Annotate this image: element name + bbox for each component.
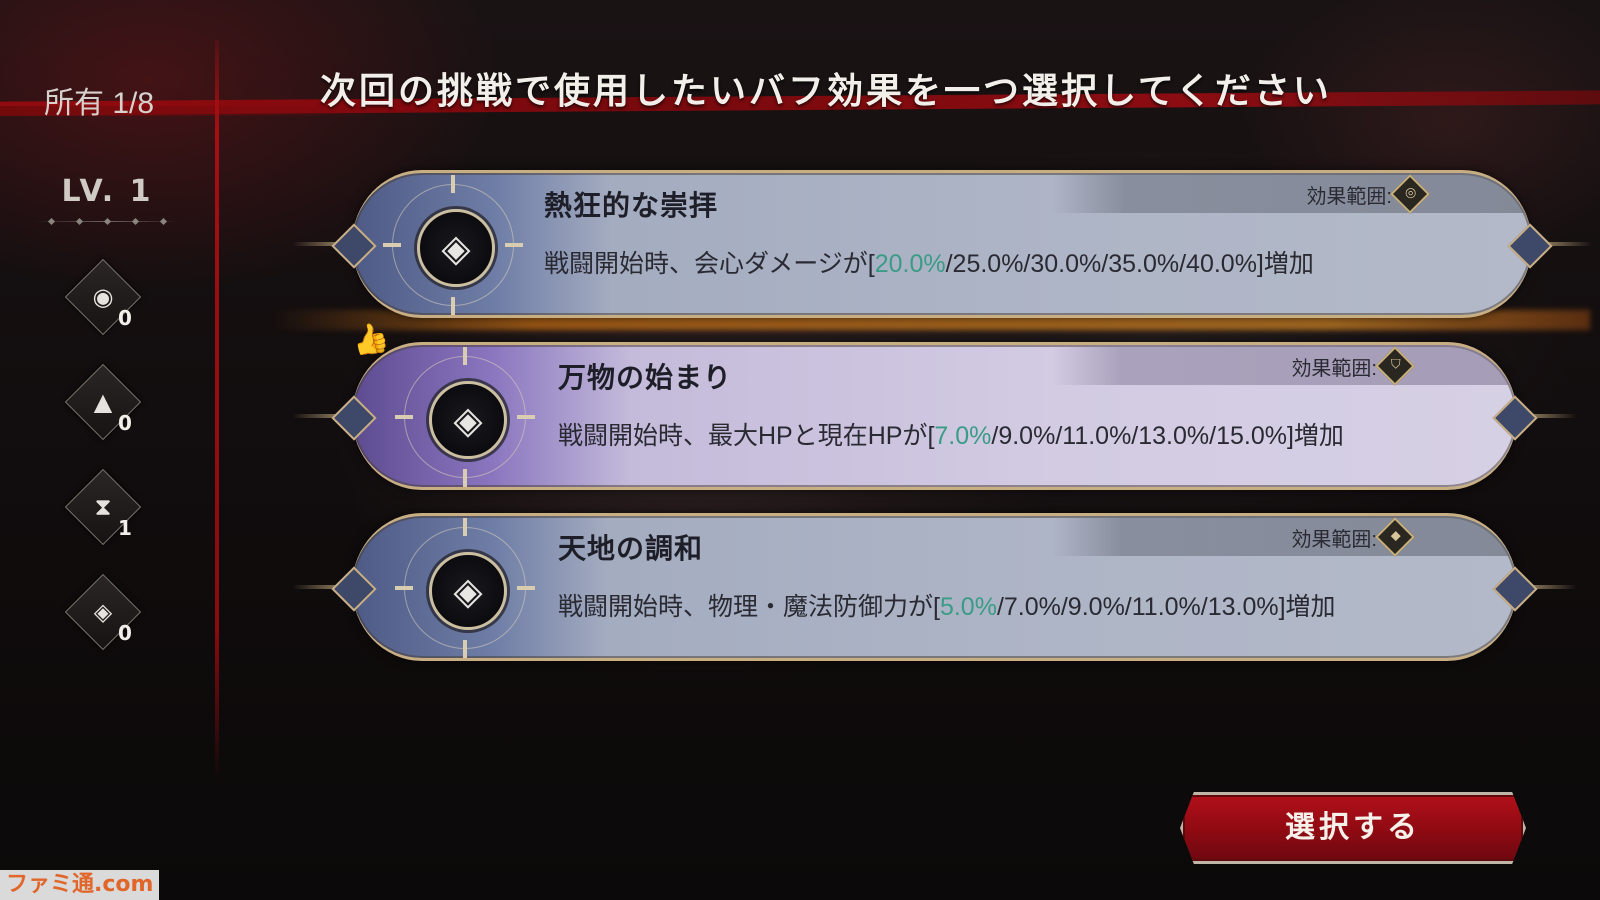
buff-card-harmony-of-heaven-earth[interactable]: ◈ 天地の調和 効果範囲: ◆ 戦闘開始時、物理・魔法防御力が[5.0%/7.0… — [292, 513, 1577, 661]
card-ornament — [1507, 567, 1577, 607]
card-ornament — [1507, 396, 1577, 436]
resource-count: 0 — [118, 411, 132, 435]
resource-count: 0 — [118, 306, 132, 330]
crystal-icon: ◈ — [441, 226, 471, 270]
current-value: 5.0% — [939, 593, 997, 621]
hourglass-icon: ⧗ — [94, 493, 112, 521]
select-button[interactable]: 選択する — [1180, 792, 1526, 864]
crystal-icon: ◈ — [453, 569, 483, 613]
card-ornament — [1522, 224, 1592, 264]
buff-card-beginning-of-all[interactable]: ◈ 万物の始まり 効果範囲: ⛉ 戦闘開始時、最大HPと現在HPが[7.0%/9… — [292, 342, 1577, 490]
owned-count: 所有 1/8 — [44, 87, 155, 120]
buff-name: 熱狂的な崇拝 — [544, 189, 719, 222]
page-title: 次回の挑戦で使用したいバフ効果を一つ選択してください — [320, 71, 1332, 112]
buff-description: 戦闘開始時、最大HPと現在HPが[7.0%/9.0%/11.0%/13.0%/1… — [558, 422, 1344, 450]
effect-range-label: 効果範囲: — [1291, 358, 1377, 380]
buff-emblem-icon: ◈ — [395, 347, 535, 487]
watermark-logo: ファミ通.com — [0, 870, 160, 900]
current-value: 20.0% — [874, 250, 946, 278]
level-label: LV. 1 — [61, 174, 154, 209]
resource-count: 1 — [118, 516, 132, 540]
orb-icon: ◉ — [92, 283, 114, 311]
select-button-label: 選択する — [1285, 810, 1421, 845]
level-divider — [35, 217, 180, 226]
buff-name: 天地の調和 — [558, 532, 704, 565]
card-ornament — [292, 567, 362, 607]
pyramid-icon: ▲ — [93, 388, 113, 416]
buff-description: 戦闘開始時、物理・魔法防御力が[5.0%/7.0%/9.0%/11.0%/13.… — [558, 593, 1336, 621]
buff-name: 万物の始まり — [558, 361, 733, 394]
resource-pyramid[interactable]: ▲ 0 — [64, 363, 144, 443]
buff-card-fervent-worship[interactable]: ◈ 熱狂的な崇拝 効果範囲: ◎ 戦闘開始時、会心ダメージが[20.0%/25.… — [292, 170, 1592, 318]
card-ornament — [292, 224, 362, 264]
resource-crystal[interactable]: ◈ 0 — [64, 573, 144, 653]
buff-emblem-icon: ◈ — [395, 518, 535, 658]
crystal-icon: ◈ — [453, 398, 483, 442]
effect-range-label: 効果範囲: — [1306, 186, 1392, 208]
current-value: 7.0% — [934, 422, 992, 450]
card-ornament — [292, 396, 362, 436]
sidebar-divider — [215, 40, 219, 780]
resource-hourglass[interactable]: ⧗ 1 — [64, 468, 144, 548]
resource-count: 0 — [118, 621, 132, 645]
resource-orb[interactable]: ◉ 0 — [64, 258, 144, 338]
effect-range-label: 効果範囲: — [1291, 529, 1377, 551]
buff-description: 戦闘開始時、会心ダメージが[20.0%/25.0%/30.0%/35.0%/40… — [544, 250, 1314, 278]
buff-emblem-icon: ◈ — [383, 175, 523, 315]
crystal-icon: ◈ — [93, 598, 113, 626]
